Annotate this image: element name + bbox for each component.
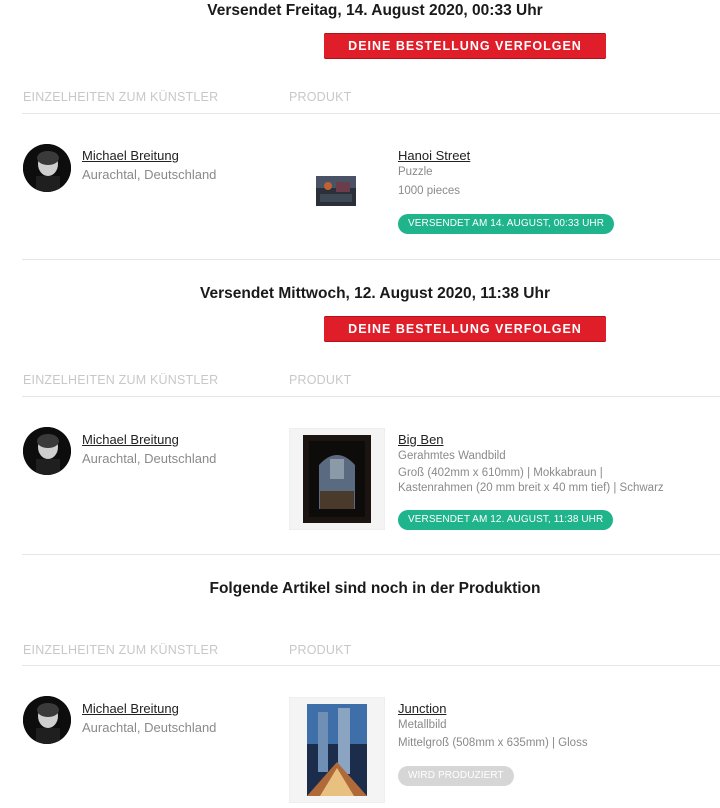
product-title-link[interactable]: Hanoi Street [398,148,470,163]
status-badge: VERSENDET AM 12. AUGUST, 11:38 UHR [398,510,614,530]
status-badge: WIRD PRODUZIERT [398,766,514,786]
product-type: Puzzle [398,166,433,178]
track-order-button[interactable]: DEINE BESTELLUNG VERFOLGEN [324,316,606,342]
shipment-heading: Versendet Freitag, 14. August 2020, 00:3… [207,2,543,19]
artist-avatar[interactable] [23,696,71,744]
shipment-heading: Versendet Mittwoch, 12. August 2020, 11:… [199,285,550,302]
artist-name-link[interactable]: Michael Breitung [82,701,179,716]
product-spec: Mittelgroß (508mm x 635mm) | Gloss [398,737,588,749]
column-header-product: PRODUKT [289,643,352,657]
artist-location: Aurachtal, Deutschland [82,720,217,735]
product-spec: Kastenrahmen (20 mm breit x 40 mm tief) … [398,482,664,494]
column-header-artist: EINZELHEITEN ZUM KÜNSTLER [23,90,219,104]
product-thumbnail[interactable] [289,697,385,803]
divider [22,113,720,114]
artist-name-link[interactable]: Michael Breitung [82,432,179,447]
artist-name-link[interactable]: Michael Breitung [82,148,179,163]
status-badge: VERSENDET AM 14. AUGUST, 00:33 UHR [398,214,615,234]
track-order-button[interactable]: DEINE BESTELLUNG VERFOLGEN [324,33,606,59]
product-type: Gerahmtes Wandbild [398,450,506,462]
column-header-artist: EINZELHEITEN ZUM KÜNSTLER [23,373,219,387]
column-header-product: PRODUKT [289,90,352,104]
product-thumbnail[interactable] [289,428,385,530]
product-spec: Groß (402mm x 610mm) | Mokkabraun | [398,467,603,479]
product-title-link[interactable]: Big Ben [398,432,444,447]
column-header-artist: EINZELHEITEN ZUM KÜNSTLER [23,643,219,657]
artist-avatar[interactable] [23,427,71,475]
product-type: Metallbild [398,719,447,731]
product-thumbnail[interactable] [316,176,356,206]
divider [22,259,720,260]
artist-avatar[interactable] [23,144,71,192]
divider [22,665,720,666]
product-title-link[interactable]: Junction [398,701,446,716]
product-spec: 1000 pieces [398,185,461,197]
artist-location: Aurachtal, Deutschland [82,167,217,182]
divider [22,554,720,555]
divider [22,396,720,397]
column-header-product: PRODUKT [289,373,352,387]
artist-location: Aurachtal, Deutschland [82,451,217,466]
production-heading: Folgende Artikel sind noch in der Produk… [209,580,541,597]
